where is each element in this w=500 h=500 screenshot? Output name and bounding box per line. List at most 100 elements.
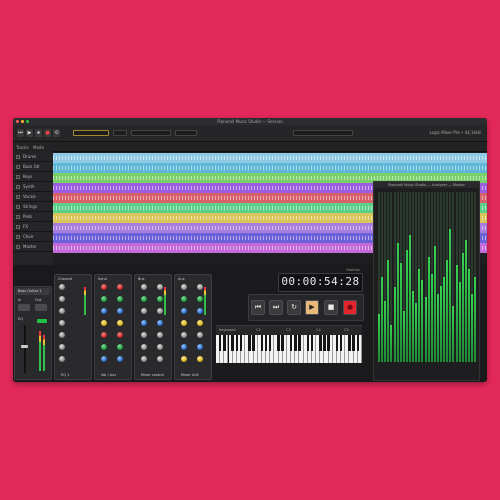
black-key[interactable] <box>223 335 226 351</box>
knob[interactable] <box>101 308 107 314</box>
track-header[interactable]: Strings <box>13 203 53 212</box>
knob[interactable] <box>117 284 123 290</box>
black-key[interactable] <box>239 335 243 351</box>
knob[interactable] <box>117 332 123 338</box>
stop-button[interactable]: ■ <box>324 300 338 315</box>
knob[interactable] <box>157 284 163 290</box>
knob[interactable] <box>101 320 107 326</box>
black-key[interactable] <box>248 335 251 351</box>
black-key[interactable] <box>231 335 234 351</box>
black-key[interactable] <box>319 335 322 351</box>
track-enable-checkbox[interactable] <box>16 205 20 209</box>
knob[interactable] <box>101 332 107 338</box>
knob[interactable] <box>117 320 123 326</box>
black-key[interactable] <box>352 335 355 351</box>
track-header[interactable]: Bass Gtr <box>13 163 53 172</box>
knob[interactable] <box>157 308 163 314</box>
black-key[interactable] <box>260 335 264 351</box>
knob[interactable] <box>181 284 187 290</box>
knob[interactable] <box>197 284 203 290</box>
track-header[interactable]: Pads <box>13 213 53 222</box>
knob[interactable] <box>197 332 203 338</box>
timeline-ruler[interactable] <box>53 142 487 152</box>
track-enable-checkbox[interactable] <box>16 185 20 189</box>
track-region[interactable] <box>53 153 487 163</box>
knob[interactable] <box>59 320 65 326</box>
time-display[interactable]: Position 00:00:54:28 <box>278 268 363 292</box>
knob[interactable] <box>141 356 147 362</box>
track-enable-checkbox[interactable] <box>16 215 20 219</box>
channel-button-1[interactable] <box>18 304 30 311</box>
knob[interactable] <box>117 344 123 350</box>
black-key[interactable] <box>277 335 280 351</box>
piano-keyboard[interactable] <box>216 335 362 363</box>
lcd-segment-4[interactable] <box>175 130 197 136</box>
black-key[interactable] <box>335 335 339 351</box>
play-button[interactable]: ▶ <box>305 300 319 315</box>
knob[interactable] <box>181 356 187 362</box>
lcd-segment-3[interactable] <box>131 130 171 136</box>
knob[interactable] <box>59 308 65 314</box>
skip-forward-button[interactable]: ⏭ <box>269 300 283 315</box>
knob[interactable] <box>181 320 187 326</box>
knob[interactable] <box>117 308 123 314</box>
track-enable-checkbox[interactable] <box>16 165 20 169</box>
black-key[interactable] <box>235 335 239 351</box>
track-enable-checkbox[interactable] <box>16 195 20 199</box>
knob[interactable] <box>181 296 187 302</box>
black-key[interactable] <box>306 335 310 351</box>
knob[interactable] <box>157 344 163 350</box>
play-toolbar-button[interactable]: ▶ <box>26 129 33 137</box>
track-enable-checkbox[interactable] <box>16 175 20 179</box>
black-key[interactable] <box>264 335 268 351</box>
knob[interactable] <box>197 320 203 326</box>
black-key[interactable] <box>298 335 301 351</box>
knob[interactable] <box>157 332 163 338</box>
black-key[interactable] <box>294 335 297 351</box>
track-header[interactable]: Vocals <box>13 193 53 202</box>
track-enable-checkbox[interactable] <box>16 245 20 249</box>
track-header[interactable]: Drums <box>13 153 53 162</box>
track-region[interactable] <box>53 163 487 173</box>
knob[interactable] <box>197 296 203 302</box>
knob[interactable] <box>59 356 65 362</box>
knob[interactable] <box>181 332 187 338</box>
knob[interactable] <box>59 344 65 350</box>
knob[interactable] <box>197 308 203 314</box>
track-header[interactable]: FX <box>13 223 53 232</box>
skip-back-button[interactable]: ⏮ <box>251 300 265 315</box>
loop-button[interactable]: ↻ <box>287 300 301 315</box>
knob[interactable] <box>157 296 163 302</box>
black-key[interactable] <box>356 335 360 351</box>
black-key[interactable] <box>348 335 351 351</box>
knob[interactable] <box>117 356 123 362</box>
knob[interactable] <box>181 308 187 314</box>
channel-fader[interactable] <box>21 345 28 348</box>
knob[interactable] <box>101 356 107 362</box>
knob[interactable] <box>141 332 147 338</box>
track-header[interactable]: Master <box>13 243 53 252</box>
track-header[interactable]: Choir <box>13 233 53 242</box>
knob[interactable] <box>197 344 203 350</box>
knob[interactable] <box>157 356 163 362</box>
track-header[interactable]: Synth <box>13 183 53 192</box>
knob[interactable] <box>141 308 147 314</box>
lcd-segment-2[interactable] <box>113 130 127 136</box>
loop-toolbar-button[interactable]: ⟲ <box>53 129 60 137</box>
knob[interactable] <box>59 296 65 302</box>
knob[interactable] <box>141 344 147 350</box>
knob[interactable] <box>101 284 107 290</box>
rewind-toolbar-button[interactable]: ⏮ <box>17 129 24 137</box>
black-key[interactable] <box>323 335 326 351</box>
black-key[interactable] <box>289 335 293 351</box>
track-enable-checkbox[interactable] <box>16 155 20 159</box>
black-key[interactable] <box>218 335 222 351</box>
knob[interactable] <box>59 332 65 338</box>
knob[interactable] <box>101 296 107 302</box>
track-enable-checkbox[interactable] <box>16 235 20 239</box>
lcd-segment-1[interactable] <box>73 130 109 136</box>
knob[interactable] <box>59 284 65 290</box>
knob[interactable] <box>197 356 203 362</box>
knob[interactable] <box>117 296 123 302</box>
channel-button-2[interactable] <box>35 304 47 311</box>
